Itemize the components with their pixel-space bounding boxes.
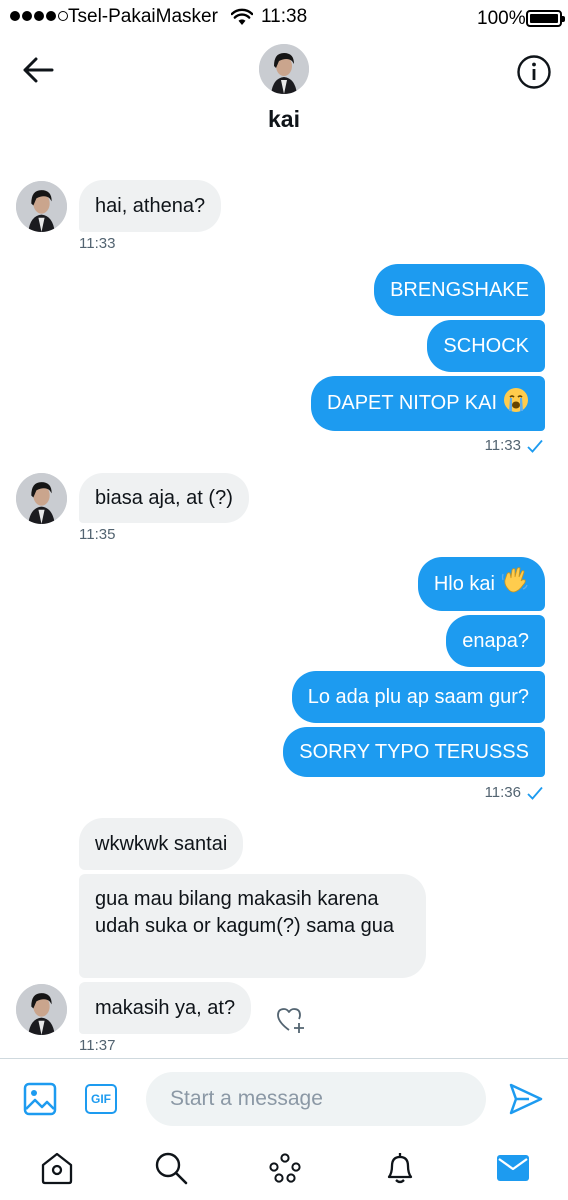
- outgoing-message[interactable]: BRENGSHAKE: [374, 264, 545, 316]
- outgoing-message[interactable]: SCHOCK: [427, 320, 545, 372]
- checkmark-icon: [527, 439, 543, 453]
- status-bar: Tsel-PakaiMasker 11:38 100%: [0, 0, 568, 34]
- incoming-message[interactable]: wkwkwk santai: [79, 818, 244, 870]
- home-icon: [41, 1152, 73, 1185]
- message-composer: GIF: [0, 1058, 568, 1138]
- gif-icon: GIF: [85, 1084, 117, 1114]
- back-button[interactable]: [16, 52, 60, 88]
- arrow-left-icon: [23, 57, 54, 83]
- sender-avatar[interactable]: [16, 473, 67, 524]
- tab-notifications[interactable]: [380, 1148, 420, 1188]
- wifi-icon: [230, 8, 254, 32]
- add-gif-button[interactable]: GIF: [83, 1081, 119, 1117]
- heart-plus-icon: [277, 1008, 304, 1033]
- send-button[interactable]: [508, 1081, 544, 1117]
- battery-percentage: 100%: [477, 8, 526, 29]
- image-icon: [23, 1082, 57, 1116]
- tab-spaces[interactable]: [265, 1148, 305, 1188]
- incoming-message[interactable]: biasa aja, at (?): [79, 473, 249, 523]
- outgoing-message[interactable]: DAPET NITOP KAI: [310, 376, 545, 431]
- tab-search[interactable]: [151, 1148, 191, 1188]
- conversation-header: kai: [0, 34, 568, 144]
- signal-strength-icon: [10, 11, 68, 21]
- mail-icon: [497, 1155, 529, 1181]
- sender-avatar[interactable]: [16, 984, 67, 1035]
- spaces-icon: [269, 1153, 301, 1183]
- conversation-info-button[interactable]: [514, 52, 554, 92]
- incoming-message[interactable]: makasih ya, at?: [79, 982, 252, 1034]
- tab-messages[interactable]: [493, 1148, 533, 1188]
- incoming-message[interactable]: gua mau bilang makasih karena udah suka …: [79, 874, 426, 978]
- message-timestamp: 11:33: [79, 235, 116, 252]
- incoming-message[interactable]: hai, athena?: [79, 180, 222, 232]
- message-input[interactable]: [146, 1072, 486, 1126]
- outgoing-message[interactable]: SORRY TYPO TERUSSS: [283, 727, 545, 777]
- crying-face-emoji-icon: [503, 387, 529, 421]
- checkmark-icon: [527, 786, 543, 800]
- bottom-tab-bar: [0, 1138, 568, 1200]
- message-text: DAPET NITOP KAI: [326, 392, 497, 414]
- message-timestamp: 11:36: [485, 784, 543, 801]
- message-timestamp: 11:33: [485, 437, 543, 454]
- bell-icon: [387, 1153, 413, 1184]
- outgoing-message[interactable]: Hlo kai: [417, 557, 545, 611]
- message-timestamp: 11:35: [79, 526, 116, 543]
- outgoing-message[interactable]: Lo ada plu ap saam gur?: [291, 671, 545, 723]
- info-circle-icon: [517, 55, 551, 89]
- status-time: 11:38: [261, 6, 308, 27]
- carrier-name: Tsel-PakaiMasker: [68, 6, 218, 27]
- message-text: Hlo kai: [433, 572, 495, 595]
- tab-home[interactable]: [37, 1148, 77, 1188]
- search-icon: [155, 1152, 188, 1185]
- outgoing-message[interactable]: enapa?: [446, 615, 545, 667]
- send-icon: [509, 1083, 543, 1115]
- add-reaction-button[interactable]: [276, 1006, 306, 1034]
- message-timestamp: 11:37: [79, 1037, 116, 1054]
- battery-icon: [526, 10, 565, 27]
- contact-name[interactable]: kai: [0, 106, 568, 133]
- timestamp-text: 11:33: [484, 437, 521, 454]
- timestamp-text: 11:36: [484, 784, 521, 801]
- add-image-button[interactable]: [22, 1081, 58, 1117]
- waving-hand-emoji-icon: [501, 566, 529, 602]
- contact-avatar[interactable]: [259, 44, 309, 94]
- sender-avatar[interactable]: [16, 181, 67, 232]
